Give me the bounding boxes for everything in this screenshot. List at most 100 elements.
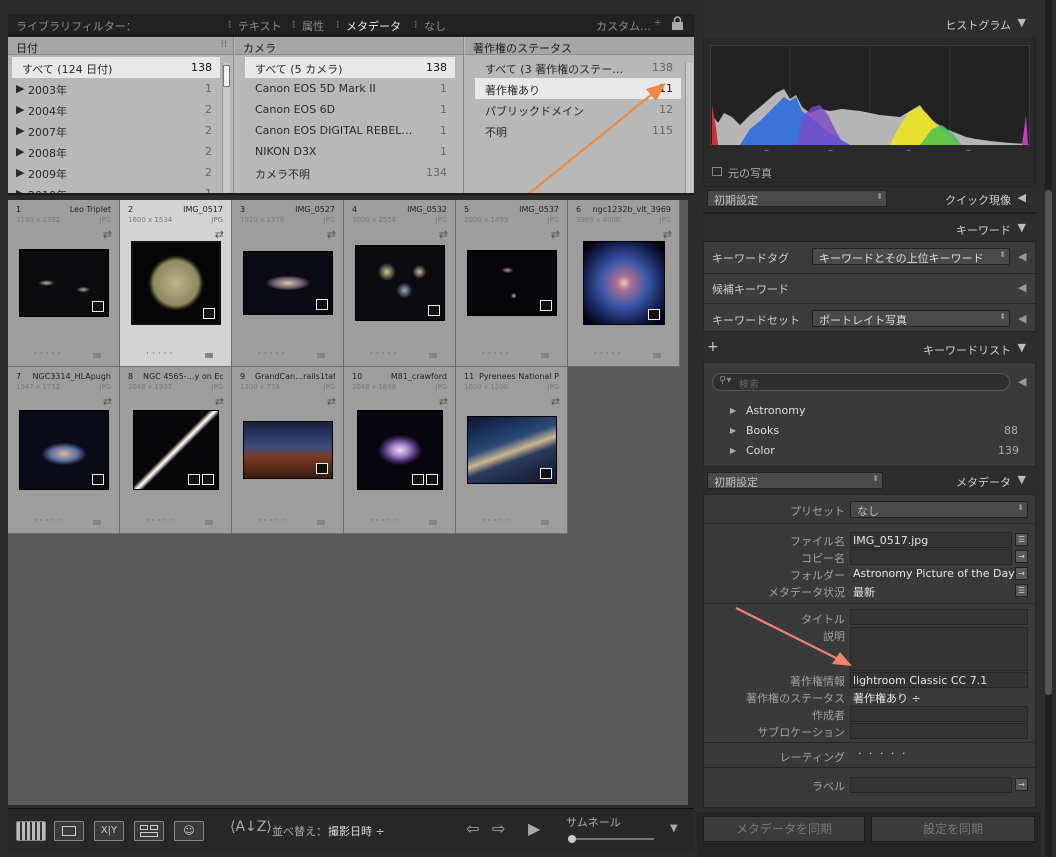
rating-dots[interactable]: ····· xyxy=(370,516,399,526)
date-row[interactable]: ▶ 2008年 2 xyxy=(12,141,220,162)
sync-icon[interactable]: ⇄ xyxy=(551,228,560,241)
sync-icon[interactable]: ⇄ xyxy=(327,395,336,408)
flag-icon[interactable] xyxy=(541,520,549,525)
list-icon[interactable]: ☰ xyxy=(1015,533,1028,546)
sync-icon[interactable]: ⇄ xyxy=(103,395,112,408)
flag-icon[interactable] xyxy=(93,353,101,358)
thumbnail-size-slider[interactable] xyxy=(568,835,654,843)
disclosure-triangle-icon[interactable]: ▶ xyxy=(730,446,736,455)
collapse-triangle-icon[interactable]: ▼ xyxy=(1018,341,1026,354)
rating-dots[interactable]: ····· xyxy=(482,516,511,526)
grid-cell[interactable]: 7 NGC3314_HLApugh 1947 x 1752 JPG ⇄ ····· xyxy=(8,367,120,534)
date-row[interactable]: ▶2010年1 xyxy=(12,183,220,193)
grid-cell[interactable]: 10 M81_crawford 2048 x 1898 JPG ⇄ ····· xyxy=(344,367,456,534)
people-view-icon[interactable]: ☺ xyxy=(174,821,204,841)
next-arrow-icon[interactable]: ⇨ xyxy=(492,819,505,838)
expand-triangle-icon[interactable]: ◀ xyxy=(1018,191,1026,204)
grid-cell[interactable]: 5 IMG_0537 2000 x 1493 JPG ⇄ ····· xyxy=(456,200,568,367)
rating-dots[interactable]: ····· xyxy=(34,349,63,359)
caption-field[interactable] xyxy=(850,627,1028,671)
go-arrow-icon[interactable]: → xyxy=(1015,550,1028,563)
collapse-triangle-icon[interactable]: ▼ xyxy=(1018,221,1026,234)
photo-thumbnail[interactable] xyxy=(582,241,665,325)
disclosure-triangle-icon[interactable]: ▶ xyxy=(730,426,736,435)
keyword-item[interactable]: Astronomy xyxy=(746,404,806,417)
metadata-preset-select[interactable]: なし ⬍ xyxy=(850,501,1028,518)
sort-dropdown[interactable]: 撮影日時 ÷ xyxy=(328,823,385,839)
rating-dots[interactable]: ····· xyxy=(594,349,623,359)
histogram-header[interactable]: ヒストグラム ▼ xyxy=(697,12,1041,36)
go-arrow-icon[interactable]: → xyxy=(1015,567,1028,580)
toolbar-menu-chevron-icon[interactable]: ▼ xyxy=(670,823,678,834)
expand-triangle-icon[interactable]: ◀ xyxy=(1018,250,1026,263)
keyword-item[interactable]: Books xyxy=(746,424,779,437)
grid-cell[interactable]: 11Pyrenees National Park 1600 x 1200JPG … xyxy=(456,367,568,534)
filter-tab-attribute[interactable]: 属性 xyxy=(302,18,324,34)
photo-thumbnail[interactable] xyxy=(466,416,557,484)
list-icon[interactable]: ☰ xyxy=(1015,584,1028,597)
sync-icon[interactable]: ⇄ xyxy=(439,395,448,408)
keyword-set-select[interactable]: ポートレイト写真 ⬍ xyxy=(812,310,1010,327)
camera-row[interactable]: Canon EOS DIGITAL REBEL… 1 xyxy=(245,120,455,141)
date-row[interactable]: ▶ 2004年 2 xyxy=(12,99,220,120)
rating-dots[interactable]: ····· xyxy=(258,349,287,359)
flag-icon[interactable] xyxy=(205,520,213,525)
photo-thumbnail[interactable] xyxy=(18,410,109,490)
creator-field[interactable] xyxy=(850,706,1028,722)
date-row[interactable]: ▶ 2009年 2 xyxy=(12,162,220,183)
play-icon[interactable]: ▶ xyxy=(528,819,540,838)
copyname-field[interactable] xyxy=(850,549,1012,565)
title-field[interactable] xyxy=(850,609,1028,625)
flag-icon[interactable] xyxy=(93,520,101,525)
grid-cell[interactable]: 9GrandCan…rails1tafreshi 1200 x 778JPG ⇄… xyxy=(232,367,344,534)
grid-view-icon[interactable] xyxy=(16,821,46,841)
flag-icon[interactable] xyxy=(317,520,325,525)
photo-thumbnail[interactable] xyxy=(132,410,219,490)
copyright-row-all[interactable]: すべて (3 著作権のステー… 138 xyxy=(475,57,681,78)
go-arrow-icon[interactable]: → xyxy=(1015,778,1028,791)
original-photo-checkbox[interactable] xyxy=(712,167,722,176)
rating-dots[interactable]: ····· xyxy=(146,516,175,526)
grid-cell[interactable]: 3 IMG_0527 1920 x 1378 JPG ⇄ ····· xyxy=(232,200,344,367)
flag-icon[interactable] xyxy=(205,353,213,358)
lock-icon[interactable] xyxy=(671,16,684,31)
sync-icon[interactable]: ⇄ xyxy=(551,395,560,408)
expand-triangle-icon[interactable]: ◀ xyxy=(1018,312,1026,325)
quick-develop-header[interactable]: クイック現像 ◀ xyxy=(697,187,1041,211)
rating-dots[interactable]: ····· xyxy=(146,349,175,359)
grid-cell[interactable]: 4 IMG_0532 3000 x 2554 JPG ⇄ ····· xyxy=(344,200,456,367)
filter-custom-dropdown[interactable]: カスタム… xyxy=(596,18,651,34)
photo-thumbnail[interactable] xyxy=(242,251,333,315)
date-row-all[interactable]: すべて (124 日付) 138 xyxy=(12,57,220,78)
copyright-field[interactable]: lightroom Classic CC 7.1 xyxy=(850,672,1028,688)
sync-icon[interactable]: ⇄ xyxy=(663,228,672,241)
grid-cell[interactable]: 1 Leo Triplet 3190 x 2392 JPG ⇄ ····· xyxy=(8,200,120,367)
sync-icon[interactable]: ⇄ xyxy=(103,228,112,241)
previous-arrow-icon[interactable]: ⇦ xyxy=(466,819,479,838)
flag-icon[interactable] xyxy=(653,353,661,358)
flag-icon[interactable] xyxy=(429,520,437,525)
sync-icon[interactable]: ⇄ xyxy=(439,228,448,241)
keyword-list-header[interactable]: キーワードリスト ▼ xyxy=(697,337,1041,361)
suggested-keywords-label[interactable]: 候補キーワード xyxy=(712,281,789,297)
loupe-view-icon[interactable] xyxy=(54,821,84,841)
filename-field[interactable]: IMG_0517.jpg xyxy=(850,532,1012,548)
photo-thumbnail[interactable] xyxy=(130,241,221,325)
flag-icon[interactable] xyxy=(429,353,437,358)
photo-thumbnail[interactable] xyxy=(466,250,557,316)
flag-icon[interactable] xyxy=(317,353,325,358)
expand-triangle-icon[interactable]: ◀ xyxy=(1018,281,1026,294)
metadata-header[interactable]: メタデータ ▼ xyxy=(697,469,1041,493)
rating-dots[interactable]: ····· xyxy=(258,516,287,526)
expand-triangle-icon[interactable]: ◀ xyxy=(1018,375,1026,388)
keyword-tag-select[interactable]: キーワードとその上位キーワード ⬍ xyxy=(812,248,1010,265)
sync-icon[interactable]: ⇄ xyxy=(215,395,224,408)
collapse-triangle-icon[interactable]: ▼ xyxy=(1018,473,1026,486)
rating-dots[interactable]: ····· xyxy=(482,349,511,359)
filter-tab-none[interactable]: なし xyxy=(424,18,446,34)
keyword-search-input[interactable]: ⚲▾ 検索 xyxy=(712,373,1010,391)
grid-cell[interactable]: 6 ngc1232b_vlt_3969 3969 x 4000 JPG ⇄ ····… xyxy=(568,200,680,367)
rating-dots[interactable]: ····· xyxy=(34,516,63,526)
camera-row[interactable]: Canon EOS 5D Mark II 1 xyxy=(245,78,455,99)
date-row[interactable]: ▶ 2007年 2 xyxy=(12,120,220,141)
